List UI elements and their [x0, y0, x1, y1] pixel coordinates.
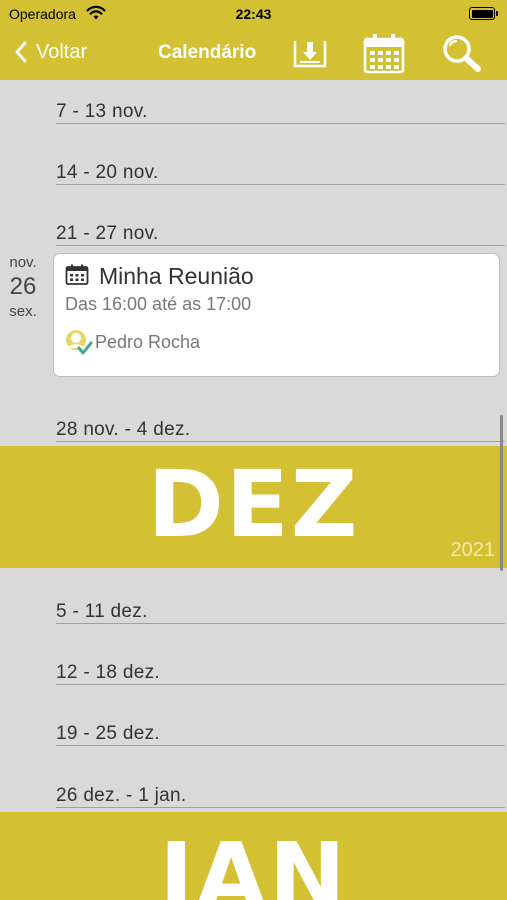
day-month: nov.: [9, 254, 37, 271]
week-label: 19 - 25 dez.: [56, 723, 160, 744]
day-number: 26: [9, 273, 37, 300]
page-title: Calendário: [158, 42, 257, 63]
week-row[interactable]: 21 - 27 nov.: [56, 202, 505, 246]
week-row[interactable]: 19 - 25 dez.: [56, 702, 505, 746]
calendar-icon: [363, 34, 405, 74]
search-button[interactable]: [441, 33, 483, 78]
search-icon: [443, 35, 481, 72]
event-time: Das 16:00 até as 17:00: [65, 294, 252, 314]
battery-icon: [469, 7, 498, 20]
month-name: DEZ: [147, 451, 360, 558]
event-card[interactable]: Minha Reunião Das 16:00 até as 17:00 Ped…: [53, 253, 500, 377]
back-button[interactable]: Voltar: [14, 40, 87, 64]
person-avatar-icon: [64, 328, 94, 363]
week-row[interactable]: 7 - 13 nov.: [56, 80, 505, 124]
week-label: 28 nov. - 4 dez.: [56, 419, 191, 440]
scrollbar[interactable]: [500, 415, 503, 571]
month-name: JAN: [159, 823, 348, 900]
nav-bar: Voltar Calendário: [0, 28, 507, 80]
week-label: 21 - 27 nov.: [56, 223, 159, 244]
download-button[interactable]: [291, 33, 329, 76]
status-time: 22:43: [235, 6, 272, 22]
event-person: Pedro Rocha: [95, 332, 201, 352]
week-label: 5 - 11 dez.: [56, 601, 148, 622]
event-calendar-icon: [65, 264, 89, 291]
calendar-button[interactable]: [362, 33, 406, 80]
week-row[interactable]: 14 - 20 nov.: [56, 141, 505, 185]
month-banner-dez: DEZ 2021: [0, 446, 507, 568]
chevron-left-icon: [15, 41, 27, 63]
week-row[interactable]: 12 - 18 dez.: [56, 641, 505, 685]
week-row[interactable]: 26 dez. - 1 jan.: [56, 764, 505, 808]
week-label: 14 - 20 nov.: [56, 162, 159, 183]
week-label: 7 - 13 nov.: [56, 101, 148, 122]
month-banner-jan: JAN: [0, 812, 507, 900]
status-bar: Operadora 22:43: [0, 0, 507, 28]
week-label: 12 - 18 dez.: [56, 662, 160, 683]
back-label: Voltar: [36, 40, 88, 63]
week-label: 26 dez. - 1 jan.: [56, 785, 187, 806]
week-row[interactable]: 28 nov. - 4 dez.: [56, 398, 505, 442]
event-title: Minha Reunião: [99, 263, 254, 289]
day-weekday: sex.: [9, 303, 37, 320]
month-year: 2021: [450, 539, 496, 561]
week-row[interactable]: 5 - 11 dez.: [56, 580, 505, 624]
download-icon: [293, 41, 327, 68]
